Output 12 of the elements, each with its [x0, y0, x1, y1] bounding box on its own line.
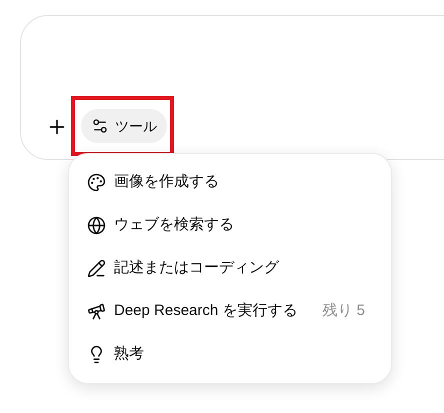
remaining-count: 残り 5 [322, 301, 366, 322]
menu-item[interactable]: ウェブを検索する [77, 204, 383, 247]
pencil-icon [87, 259, 106, 278]
menu-item[interactable]: 熟考 [77, 333, 383, 376]
menu-item[interactable]: Deep Research を実行する 残り 5 [77, 290, 383, 333]
menu-item[interactable]: 記述またはコーディング [77, 247, 383, 290]
palette-icon [87, 173, 106, 192]
tools-button[interactable]: ツール [81, 109, 167, 143]
globe-icon [87, 216, 106, 235]
menu-item[interactable]: 画像を作成する [77, 161, 383, 204]
sliders-icon [91, 117, 109, 135]
telescope-icon [87, 302, 106, 321]
